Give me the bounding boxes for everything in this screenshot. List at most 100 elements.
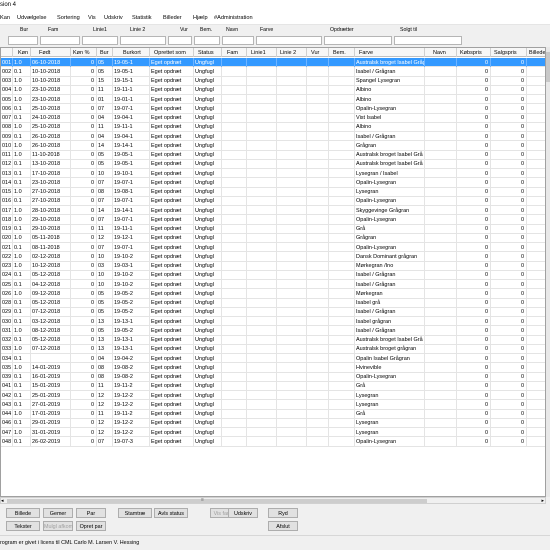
gemer-button[interactable]: Gemer — [43, 508, 73, 518]
filter-input-opdraetter[interactable] — [324, 36, 392, 45]
table-row[interactable]: 042 0.1 25-01-2019 0 12 19-12-2 Eget opdræt Ung… — [1, 391, 545, 401]
cell-navn[interactable] — [425, 95, 457, 105]
cell-linie1[interactable] — [247, 280, 277, 290]
cell-ring[interactable]: 005 — [1, 95, 13, 105]
cell-kon[interactable]: 1.0 — [13, 187, 31, 197]
cell-fam[interactable] — [222, 58, 247, 68]
cell-billede[interactable] — [527, 151, 545, 160]
cell-salgspris[interactable]: 0 — [491, 104, 527, 114]
cell-linie2[interactable] — [277, 252, 307, 262]
cell-navn[interactable] — [425, 132, 457, 142]
cell-kon[interactable]: 0.1 — [13, 243, 31, 253]
table-row[interactable]: 033 1.0 07-12-2018 0 13 19-13-1 Eget opdræt Ung… — [1, 344, 545, 354]
cell-salgspris[interactable]: 0 — [491, 67, 527, 77]
cell-kobspris[interactable]: 0 — [457, 261, 491, 271]
cell-ring[interactable]: 015 — [1, 187, 13, 197]
cell-bem[interactable] — [329, 76, 355, 86]
cell-salgspris[interactable]: 0 — [491, 400, 527, 410]
cell-navn[interactable] — [425, 196, 457, 206]
table-row[interactable]: 013 0.1 17-10-2018 0 10 19-10-1 Eget opdræt Ung… — [1, 169, 545, 179]
cell-burkort[interactable]: 19-14-1 — [113, 141, 150, 151]
cell-billede[interactable] — [527, 104, 545, 113]
cell-kon[interactable]: 1.0 — [13, 122, 31, 132]
cell-bem[interactable] — [329, 104, 355, 114]
cell-vur[interactable] — [307, 307, 329, 317]
cell-salgspris[interactable]: 0 — [491, 76, 527, 86]
cell-billede[interactable] — [527, 336, 545, 345]
cell-status[interactable]: Ungfugl — [194, 196, 222, 206]
cell-bur[interactable]: 04 — [97, 354, 113, 364]
cell-bur[interactable]: 11 — [97, 381, 113, 391]
cell-navn[interactable] — [425, 326, 457, 336]
cell-burkort[interactable]: 19-05-2 — [113, 298, 150, 308]
cell-kobspris[interactable]: 0 — [457, 335, 491, 345]
cell-farve[interactable]: Isabel / Grågran — [355, 132, 425, 142]
cell-status[interactable]: Ungfugl — [194, 122, 222, 132]
cell-linie2[interactable] — [277, 372, 307, 382]
menu-udskriv[interactable]: Udskriv — [104, 15, 123, 21]
cell-fodt[interactable]: 10-12-2018 — [31, 261, 71, 271]
cell-kon-pct[interactable]: 0 — [71, 169, 97, 179]
cell-kobspris[interactable]: 0 — [457, 58, 491, 68]
cell-vur[interactable] — [307, 122, 329, 132]
col-header-fodt[interactable]: Født — [31, 48, 71, 57]
cell-bem[interactable] — [329, 400, 355, 410]
cell-kon[interactable]: 0.1 — [13, 178, 31, 188]
cell-fam[interactable] — [222, 104, 247, 114]
cell-fodt[interactable]: 27-10-2018 — [31, 187, 71, 197]
cell-ring[interactable]: 009 — [1, 132, 13, 142]
cell-farve[interactable]: Lysegran — [355, 400, 425, 410]
cell-oprettet[interactable]: Eget opdræt — [150, 169, 194, 179]
cell-status[interactable]: Ungfugl — [194, 298, 222, 308]
cell-billede[interactable] — [527, 271, 545, 280]
cell-oprettet[interactable]: Eget opdræt — [150, 280, 194, 290]
cell-vur[interactable] — [307, 326, 329, 336]
cell-status[interactable]: Ungfugl — [194, 159, 222, 169]
cell-burkort[interactable]: 19-10-2 — [113, 280, 150, 290]
cell-oprettet[interactable]: Eget opdræt — [150, 437, 194, 447]
cell-linie2[interactable] — [277, 381, 307, 391]
cell-kon[interactable]: 0.1 — [13, 381, 31, 391]
cell-kon-pct[interactable]: 0 — [71, 95, 97, 105]
cell-linie1[interactable] — [247, 58, 277, 68]
cell-kobspris[interactable]: 0 — [457, 280, 491, 290]
cell-kon[interactable]: 0.1 — [13, 317, 31, 327]
cell-bem[interactable] — [329, 372, 355, 382]
cell-kon-pct[interactable]: 0 — [71, 159, 97, 169]
cell-ring[interactable]: 018 — [1, 215, 13, 225]
cell-bem[interactable] — [329, 381, 355, 391]
cell-farve[interactable]: Lysegran — [355, 428, 425, 438]
cell-bur[interactable]: 11 — [97, 224, 113, 234]
cell-linie2[interactable] — [277, 363, 307, 373]
cell-farve[interactable]: Albino — [355, 122, 425, 132]
cell-linie2[interactable] — [277, 196, 307, 206]
cell-linie2[interactable] — [277, 141, 307, 151]
cell-ring[interactable]: 028 — [1, 298, 13, 308]
cell-billede[interactable] — [527, 363, 545, 372]
cell-burkort[interactable]: 19-13-1 — [113, 317, 150, 327]
cell-status[interactable]: Ungfugl — [194, 363, 222, 373]
cell-bem[interactable] — [329, 141, 355, 151]
cell-fodt[interactable]: 08-12-2018 — [31, 326, 71, 336]
cell-status[interactable]: Ungfugl — [194, 58, 222, 68]
cell-linie1[interactable] — [247, 122, 277, 132]
cell-linie1[interactable] — [247, 159, 277, 169]
cell-linie1[interactable] — [247, 252, 277, 262]
cell-kon-pct[interactable]: 0 — [71, 252, 97, 262]
cell-linie1[interactable] — [247, 372, 277, 382]
cell-fam[interactable] — [222, 391, 247, 401]
cell-vur[interactable] — [307, 428, 329, 438]
cell-ring[interactable]: 041 — [1, 381, 13, 391]
cell-vur[interactable] — [307, 317, 329, 327]
cell-navn[interactable] — [425, 298, 457, 308]
cell-salgspris[interactable]: 0 — [491, 261, 527, 271]
cell-navn[interactable] — [425, 187, 457, 197]
cell-linie2[interactable] — [277, 132, 307, 142]
cell-vur[interactable] — [307, 187, 329, 197]
cell-vur[interactable] — [307, 58, 329, 68]
cell-status[interactable]: Ungfugl — [194, 391, 222, 401]
cell-kon-pct[interactable]: 0 — [71, 428, 97, 438]
cell-salgspris[interactable]: 0 — [491, 307, 527, 317]
cell-salgspris[interactable]: 0 — [491, 215, 527, 225]
cell-billede[interactable] — [527, 299, 545, 308]
